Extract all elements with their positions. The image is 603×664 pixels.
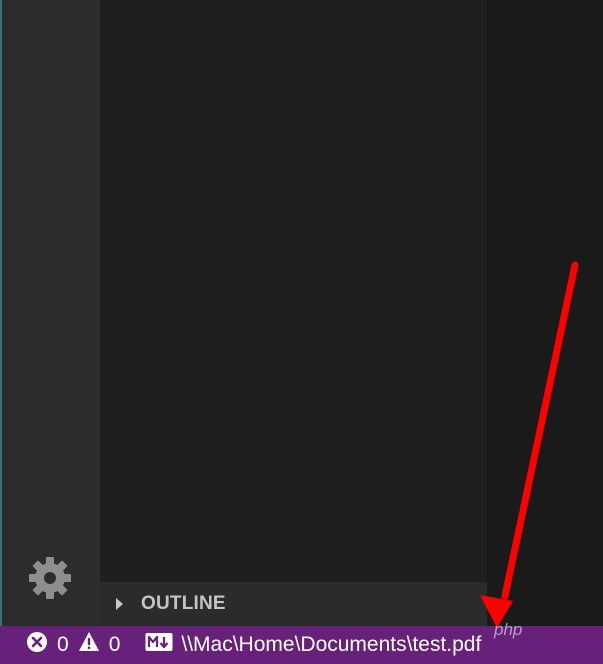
chevron-right-icon[interactable] xyxy=(116,598,123,610)
warnings-count: 0 xyxy=(108,633,121,656)
side-bar: OUTLINE xyxy=(100,0,487,626)
activity-bar-border xyxy=(0,0,2,626)
outline-section-header[interactable]: OUTLINE xyxy=(100,582,487,626)
warning-triangle-icon xyxy=(78,631,100,659)
markdown-icon xyxy=(145,632,173,658)
file-path-status-item[interactable]: \\Mac\Home\Documents\test.pdf xyxy=(145,632,481,658)
problems-status-item[interactable]: 0 0 xyxy=(26,631,129,659)
error-circle-icon xyxy=(26,631,48,659)
gear-icon[interactable] xyxy=(27,555,73,601)
outline-title: OUTLINE xyxy=(141,593,226,614)
errors-count: 0 xyxy=(57,633,69,656)
status-bar: 0 0 \\Mac\Home\Documents\test.pdf xyxy=(0,626,603,664)
editor-area xyxy=(487,0,603,626)
vscode-window: OUTLINE 0 0 \\Mac\Home\Documents\test.pd… xyxy=(0,0,603,664)
activity-bar xyxy=(0,0,100,626)
file-path: \\Mac\Home\Documents\test.pdf xyxy=(181,633,482,656)
explorer-pane xyxy=(100,0,487,582)
